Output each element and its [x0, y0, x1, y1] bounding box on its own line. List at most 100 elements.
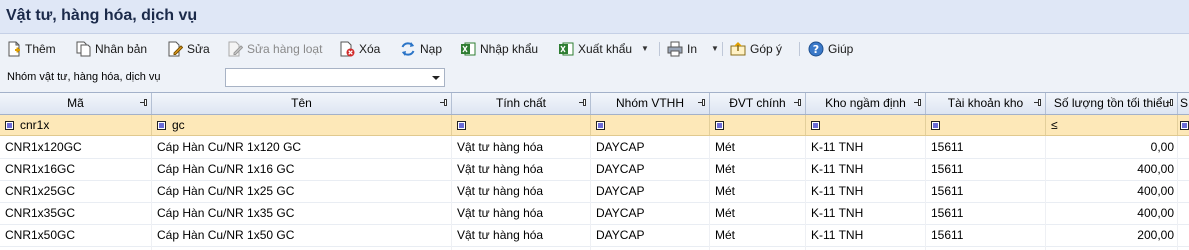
filter-cell-min-qty[interactable]: ≤ [1046, 115, 1178, 135]
filter-cell-nature[interactable] [452, 115, 591, 135]
filter-condition-icon[interactable] [457, 121, 466, 130]
pin-icon[interactable] [698, 98, 706, 107]
table-row[interactable]: CNR1x16GC Cáp Hàn Cu/NR 1x16 GC Vật tư hàn… [0, 158, 1189, 181]
column-header-group[interactable]: Nhóm VTHH [591, 93, 710, 114]
cell-code[interactable]: CNR1x50GC [0, 224, 152, 246]
bulk-edit-button[interactable]: Sửa hàng loạt [228, 39, 322, 58]
add-button[interactable]: Thêm [7, 39, 56, 58]
cell-warehouse[interactable]: K-11 TNH [806, 180, 926, 202]
pin-icon[interactable] [579, 98, 587, 107]
cell-code[interactable]: CNR1x16GC [0, 158, 152, 180]
duplicate-button[interactable]: Nhân bản [76, 39, 147, 58]
refresh-icon [401, 41, 415, 56]
filter-condition-icon[interactable] [1180, 121, 1189, 130]
cell-account[interactable]: 15611 [926, 224, 1046, 246]
pin-icon[interactable] [914, 98, 922, 107]
filter-cell-warehouse[interactable] [806, 115, 926, 135]
filter-condition-icon[interactable] [931, 121, 940, 130]
reload-button[interactable]: Nạp [400, 39, 442, 58]
cell-name[interactable]: Cáp Hàn Cu/NR 1x50 GC [152, 224, 452, 246]
filter-min-qty-operator[interactable]: ≤ [1051, 118, 1058, 132]
column-header-nature[interactable]: Tính chất [452, 93, 591, 114]
column-header-unit[interactable]: ĐVT chính [710, 93, 806, 114]
table-row[interactable]: CNR1x35GC Cáp Hàn Cu/NR 1x35 GC Vật tư hàn… [0, 202, 1189, 225]
edit-label: Sửa [187, 41, 210, 56]
group-filter-select[interactable] [225, 68, 445, 87]
table-row[interactable]: CNR1x25GC Cáp Hàn Cu/NR 1x25 GC Vật tư hàn… [0, 180, 1189, 203]
cell-group[interactable]: DAYCAP [591, 202, 710, 224]
cell-nature[interactable]: Vật tư hàng hóa [452, 158, 591, 180]
pin-icon[interactable] [1034, 98, 1042, 107]
cell-min-qty[interactable]: 400,00 [1046, 158, 1178, 180]
cell-unit[interactable]: Mét [710, 158, 806, 180]
cell-code[interactable]: CNR1x35GC [0, 202, 152, 224]
column-header-warehouse[interactable]: Kho ngầm định [806, 93, 926, 114]
cell-unit[interactable]: Mét [710, 224, 806, 246]
filter-cell-code[interactable]: cnr1x [0, 115, 152, 135]
export-button[interactable]: Xuất khẩu ▼ [558, 39, 649, 58]
edit-button[interactable]: Sửa [168, 39, 210, 58]
cell-unit[interactable]: Mét [710, 136, 806, 158]
cell-code[interactable]: CNR1x25GC [0, 180, 152, 202]
column-header-partial[interactable]: S [1178, 93, 1189, 114]
cell-code[interactable]: CNR1x120GC [0, 136, 152, 158]
delete-button[interactable]: Xóa [340, 39, 380, 58]
cell-nature[interactable]: Vật tư hàng hóa [452, 136, 591, 158]
column-header-code[interactable]: Mã [0, 93, 152, 114]
cell-group[interactable]: DAYCAP [591, 180, 710, 202]
cell-warehouse[interactable]: K-11 TNH [806, 202, 926, 224]
import-button[interactable]: Nhập khẩu [460, 39, 538, 58]
print-dropdown-icon[interactable]: ▼ [711, 44, 719, 53]
filter-cell-partial[interactable] [1178, 115, 1189, 135]
cell-warehouse[interactable]: K-11 TNH [806, 136, 926, 158]
cell-name[interactable]: Cáp Hàn Cu/NR 1x120 GC [152, 136, 452, 158]
print-button[interactable]: In ▼ [667, 39, 719, 58]
cell-group[interactable]: DAYCAP [591, 224, 710, 246]
chevron-down-icon[interactable] [432, 76, 440, 80]
column-divider [151, 136, 152, 250]
cell-name[interactable]: Cáp Hàn Cu/NR 1x16 GC [152, 158, 452, 180]
filter-condition-icon[interactable] [715, 121, 724, 130]
filter-cell-account[interactable] [926, 115, 1046, 135]
cell-group[interactable]: DAYCAP [591, 158, 710, 180]
cell-warehouse[interactable]: K-11 TNH [806, 224, 926, 246]
cell-account[interactable]: 15611 [926, 158, 1046, 180]
cell-account[interactable]: 15611 [926, 180, 1046, 202]
title-bar: Vật tư, hàng hóa, dịch vụ [0, 0, 1189, 34]
cell-unit[interactable]: Mét [710, 202, 806, 224]
cell-unit[interactable]: Mét [710, 180, 806, 202]
export-dropdown-icon[interactable]: ▼ [641, 44, 649, 53]
filter-condition-icon[interactable] [5, 121, 14, 130]
filter-cell-name[interactable]: gc [152, 115, 452, 135]
cell-nature[interactable]: Vật tư hàng hóa [452, 202, 591, 224]
filter-cell-unit[interactable] [710, 115, 806, 135]
filter-cell-group[interactable] [591, 115, 710, 135]
filter-condition-icon[interactable] [157, 121, 166, 130]
help-button[interactable]: ? Giúp [808, 39, 853, 58]
cell-min-qty[interactable]: 200,00 [1046, 224, 1178, 246]
cell-nature[interactable]: Vật tư hàng hóa [452, 224, 591, 246]
column-header-min-qty[interactable]: Số lượng tồn tối thiểu [1046, 93, 1178, 114]
pin-icon[interactable] [1166, 98, 1174, 107]
duplicate-label: Nhân bản [95, 41, 148, 56]
feedback-button[interactable]: Góp ý [730, 39, 782, 58]
cell-min-qty[interactable]: 0,00 [1046, 136, 1178, 158]
cell-name[interactable]: Cáp Hàn Cu/NR 1x25 GC [152, 180, 452, 202]
column-header-name[interactable]: Tên [152, 93, 452, 114]
filter-condition-icon[interactable] [596, 121, 605, 130]
pin-icon[interactable] [140, 98, 148, 107]
cell-group[interactable]: DAYCAP [591, 136, 710, 158]
pin-icon[interactable] [440, 98, 448, 107]
cell-name[interactable]: Cáp Hàn Cu/NR 1x35 GC [152, 202, 452, 224]
cell-account[interactable]: 15611 [926, 136, 1046, 158]
pin-icon[interactable] [794, 98, 802, 107]
column-header-account[interactable]: Tài khoản kho [926, 93, 1046, 114]
table-row[interactable]: CNR1x50GC Cáp Hàn Cu/NR 1x50 GC Vật tư hàn… [0, 224, 1189, 247]
cell-min-qty[interactable]: 400,00 [1046, 202, 1178, 224]
cell-account[interactable]: 15611 [926, 202, 1046, 224]
cell-nature[interactable]: Vật tư hàng hóa [452, 180, 591, 202]
cell-warehouse[interactable]: K-11 TNH [806, 158, 926, 180]
table-row[interactable]: CNR1x120GC Cáp Hàn Cu/NR 1x120 GC Vật tư h… [0, 136, 1189, 159]
filter-condition-icon[interactable] [811, 121, 820, 130]
cell-min-qty[interactable]: 400,00 [1046, 180, 1178, 202]
